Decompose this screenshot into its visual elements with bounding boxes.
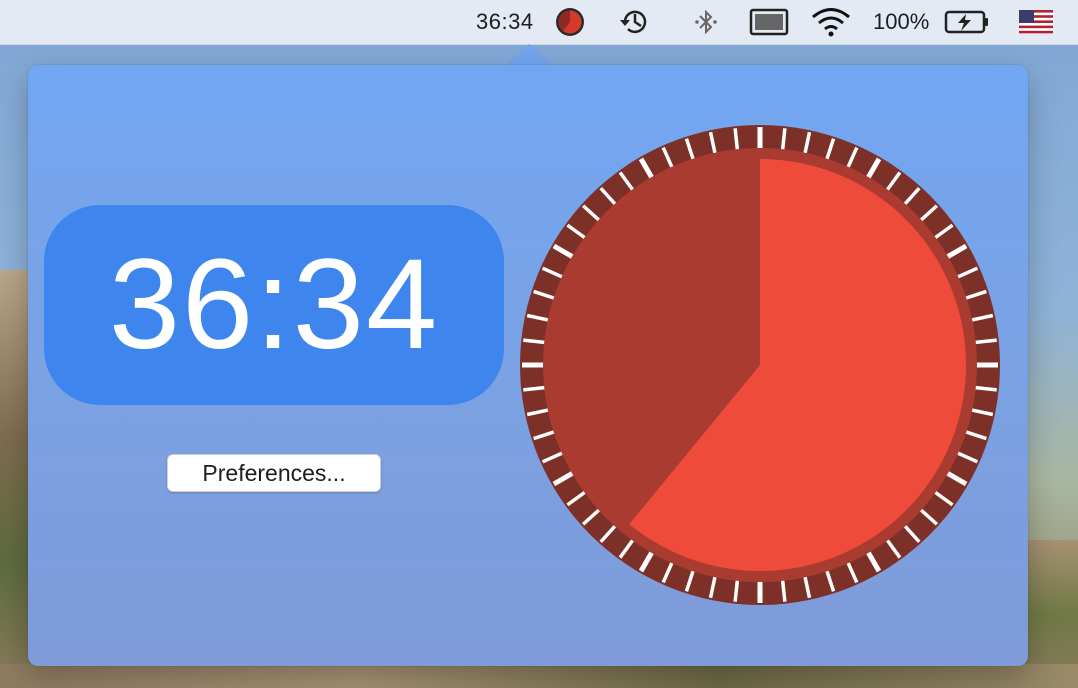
us-flag-icon[interactable]	[1019, 0, 1053, 44]
battery-percentage[interactable]: 100%	[873, 0, 929, 44]
preferences-button[interactable]: Preferences...	[167, 454, 381, 492]
menubar-timer-text[interactable]: 36:34	[476, 0, 534, 44]
bluetooth-icon[interactable]	[693, 0, 719, 44]
wifi-icon[interactable]	[810, 0, 852, 44]
sidecar-icon[interactable]	[749, 0, 789, 44]
popover-arrow	[505, 44, 553, 66]
battery-charging-icon[interactable]	[944, 0, 990, 44]
timer-dial[interactable]	[518, 123, 1002, 607]
time-display: 36:34	[44, 205, 504, 405]
timer-pie-icon[interactable]	[555, 0, 585, 44]
wallpaper-mountain-bottom	[0, 664, 1078, 688]
timer-popover: 36:34 Preferences...	[28, 65, 1028, 666]
time-remaining-text: 36:34	[108, 233, 440, 376]
time-machine-icon[interactable]	[615, 0, 655, 44]
menu-bar: 36:34 100%	[0, 0, 1078, 45]
